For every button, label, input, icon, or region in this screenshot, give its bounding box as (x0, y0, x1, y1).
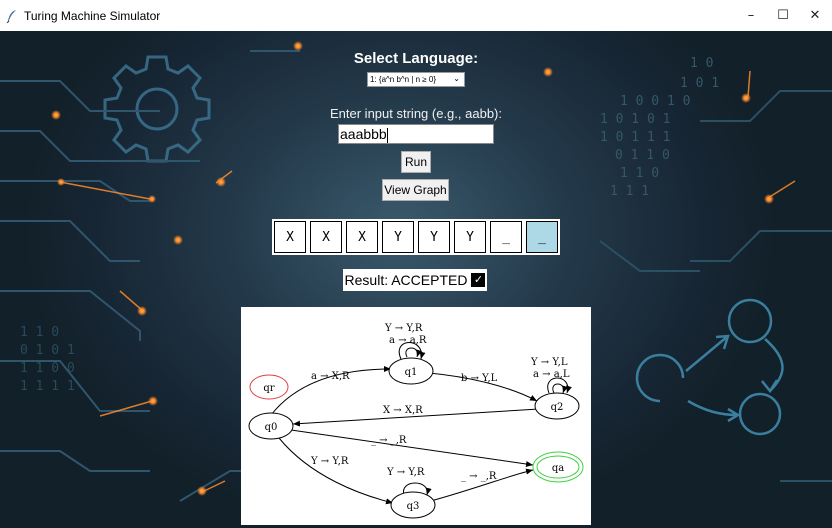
view-graph-button[interactable]: View Graph (382, 179, 449, 201)
minimize-button[interactable]: – (734, 0, 768, 31)
edge-label: _ → _,R (461, 471, 497, 482)
graph-outline-icon (635, 298, 784, 436)
state-qr-label: qr (263, 383, 274, 394)
chevron-down-icon: ⌄ (453, 74, 460, 83)
tape-display: X X X Y Y Y _ _ (272, 219, 560, 255)
edge-label: a → X,R (311, 371, 350, 382)
state-q2-label: q2 (551, 402, 564, 413)
svg-text:1 0 0 1 0: 1 0 0 1 0 (620, 94, 690, 109)
feather-icon (6, 9, 16, 23)
tape-cell-head: _ (526, 221, 558, 253)
edge-label: Y → Y,L (530, 357, 568, 368)
language-selected-value: 1: {a^n b^n | n ≥ 0} (370, 75, 437, 84)
svg-text:1 1 0 0: 1 1 0 0 (20, 361, 75, 376)
svg-text:1 0: 1 0 (690, 56, 713, 71)
tape-cell: Y (382, 221, 414, 253)
edge-label: a → a,L (533, 369, 570, 380)
maximize-button[interactable]: ☐ (766, 0, 800, 31)
run-button[interactable]: Run (401, 151, 431, 173)
state-q3-label: q3 (407, 501, 420, 512)
tape-cell: Y (454, 221, 486, 253)
edge-label: a → a,R (389, 335, 427, 346)
result-label: Result: ACCEPTED ✓ (343, 269, 487, 291)
main-panel: 1 0 1 0 1 1 0 0 1 0 1 0 1 0 1 1 0 1 1 1 … (0, 31, 832, 528)
state-diagram: qr q0 q1 q2 q3 qa a → X,R Y → Y,R a → a,… (241, 307, 591, 525)
edge-label: Y → Y,R (310, 456, 349, 467)
svg-text:1 1 1: 1 1 1 (610, 184, 649, 199)
close-button[interactable]: ✕ (798, 0, 832, 31)
input-string-value: aaabbb (340, 126, 387, 142)
svg-text:0 1 1 0: 0 1 1 0 (615, 148, 670, 163)
tape-cell: Y (418, 221, 450, 253)
tape-cell: X (274, 221, 306, 253)
edge-label: _ → _,R (371, 435, 407, 446)
tape-cell: X (346, 221, 378, 253)
edge-label: X → X,R (383, 405, 423, 416)
result-text: Result: ACCEPTED (344, 272, 468, 288)
tape-cell: X (310, 221, 342, 253)
input-string-field[interactable]: aaabbb (338, 124, 494, 144)
gear-icon (103, 55, 211, 163)
svg-text:1 0 1: 1 0 1 (680, 76, 719, 91)
svg-text:1 1 0: 1 1 0 (620, 166, 659, 181)
language-dropdown[interactable]: 1: {a^n b^n | n ≥ 0} ⌄ (367, 72, 465, 87)
svg-text:1 1 1 1: 1 1 1 1 (20, 379, 75, 394)
edge-label: Y → Y,R (386, 467, 425, 478)
text-caret (386, 127, 388, 143)
edge-label: b → Y,L (461, 373, 498, 384)
select-language-heading: Select Language: (353, 50, 479, 67)
svg-text:1 0 1 1 1: 1 0 1 1 1 (600, 130, 670, 145)
svg-text:1 0 1 0 1: 1 0 1 0 1 (600, 112, 670, 127)
state-qa-label: qa (552, 463, 564, 474)
svg-text:1 1 0: 1 1 0 (20, 325, 59, 340)
tape-cell: _ (490, 221, 522, 253)
state-q1-label: q1 (405, 367, 418, 378)
svg-text:0 1 0 1: 0 1 0 1 (20, 343, 75, 358)
edge-label: Y → Y,R (384, 323, 423, 334)
input-prompt-label: Enter input string (e.g., aabb): (330, 106, 502, 121)
window-title: Turing Machine Simulator (24, 8, 161, 23)
checkmark-icon: ✓ (471, 273, 486, 287)
title-bar: Turing Machine Simulator (0, 0, 832, 31)
state-q0-label: q0 (265, 422, 278, 433)
